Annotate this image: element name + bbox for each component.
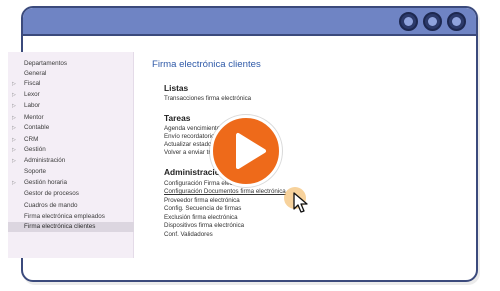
sidebar-item[interactable]: Firma electrónica empleados [8,212,134,222]
expand-arrow-icon[interactable]: ▷ [12,178,16,188]
sidebar-item-label: Firma electrónica clientes [24,223,96,230]
sidebar-item[interactable]: ▷ Contable [8,123,134,133]
mouse-pointer-icon [293,192,308,213]
sidebar-item-label: Cuadros de mando [24,202,78,209]
sidebar-item-label: Fiscal [24,80,41,87]
sidebar-item[interactable]: General [8,69,134,79]
link-proveedor[interactable]: Proveedor firma electrónica [164,197,240,204]
link-dispositivos[interactable]: Dispositivos firma electrónica [164,222,244,229]
page-title: Firma electrónica clientes [152,59,261,70]
expand-arrow-icon[interactable]: ▷ [12,79,16,89]
expand-arrow-icon[interactable]: ▷ [12,113,16,123]
sidebar-item[interactable]: ▷ Gestión horaria [8,178,134,188]
sidebar-item-label: Gestión horaria [24,179,68,186]
sidebar-item-label: Administración [24,157,66,164]
play-icon [236,133,266,169]
link-exclusion[interactable]: Exclusión firma electrónica [164,214,238,221]
sidebar-item[interactable]: Cuadros de mando [8,201,134,211]
sidebar-item[interactable]: ▷ Labor [8,101,134,111]
sidebar-item[interactable]: Firma electrónica clientes [8,222,134,232]
sidebar-item-label: Soporte [24,168,47,175]
sidebar-item-label: Gestor de procesos [24,190,79,197]
sidebar-item-label: Mentor [24,114,44,121]
sidebar-item[interactable]: Gestor de procesos [8,189,134,199]
sidebar: Departamentos General ▷ Fiscal ▷ Lexor ▷ Labor ▷… [8,52,134,258]
sidebar-item[interactable]: ▷ Mentor [8,113,134,123]
sidebar-item[interactable]: Soporte [8,167,134,177]
section-heading-listas: Listas [164,83,189,93]
expand-arrow-icon[interactable]: ▷ [12,90,16,100]
link-transacciones[interactable]: Transacciones firma electrónica [164,95,251,102]
link-config-documentos[interactable]: Configuración Documentos firma electróni… [164,188,286,195]
sidebar-item[interactable]: ▷ Gestión [8,145,134,155]
sidebar-item-label: CRM [24,136,39,143]
sidebar-item[interactable]: ▷ Administración [8,156,134,166]
sidebar-item[interactable]: ▷ CRM [8,135,134,145]
expand-arrow-icon[interactable]: ▷ [12,101,16,111]
title-bar [23,8,476,36]
sidebar-item[interactable]: Departamentos [8,59,134,69]
window-button-icon[interactable] [399,12,418,31]
sidebar-item-label: Departamentos [24,60,68,67]
expand-arrow-icon[interactable]: ▷ [12,156,16,166]
section-heading-tareas: Tareas [164,113,191,123]
window-button-icon[interactable] [447,12,466,31]
sidebar-item-label: Contable [24,124,50,131]
expand-arrow-icon[interactable]: ▷ [12,145,16,155]
sidebar-item[interactable]: ▷ Lexor [8,90,134,100]
sidebar-item-label: Firma electrónica empleados [24,213,105,220]
window-button-icon[interactable] [423,12,442,31]
sidebar-item-label: General [24,70,47,77]
expand-arrow-icon[interactable]: ▷ [12,123,16,133]
link-secuencia-firmas[interactable]: Config. Secuencia de firmas [164,205,241,212]
play-button[interactable] [210,115,282,187]
sidebar-item-label: Lexor [24,91,40,98]
sidebar-item[interactable]: ▷ Fiscal [8,79,134,89]
expand-arrow-icon[interactable]: ▷ [12,135,16,145]
link-validadores[interactable]: Conf. Validadores [164,231,213,238]
sidebar-item-label: Gestión [24,146,46,153]
sidebar-item-label: Labor [24,102,41,109]
